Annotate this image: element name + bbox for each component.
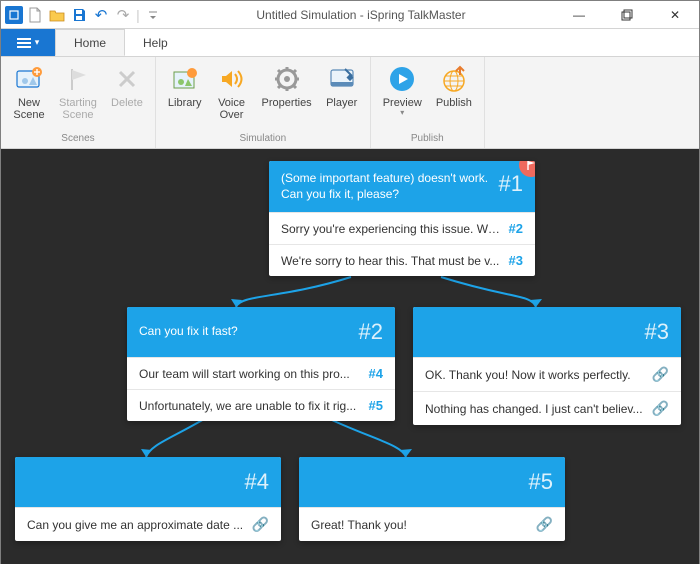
tab-home[interactable]: Home — [55, 29, 125, 56]
player-icon — [326, 63, 358, 95]
node-3-number: #3 — [645, 319, 669, 345]
preview-button[interactable]: Preview ▾ — [377, 61, 428, 131]
title-bar: ↶ ↷ | Untitled Simulation - iSpring Talk… — [1, 1, 699, 29]
file-tab[interactable]: ▾ — [1, 29, 55, 56]
node-4-reply-0[interactable]: Can you give me an approximate date ... … — [15, 507, 281, 541]
reply-text: Unfortunately, we are unable to fix it r… — [139, 399, 361, 413]
node-5-header[interactable]: #5 — [299, 457, 565, 507]
reply-text: OK. Thank you! Now it works perfectly. — [425, 368, 644, 382]
node-2-header[interactable]: Can you fix it fast? #2 — [127, 307, 395, 357]
undo-icon[interactable]: ↶ — [91, 5, 111, 25]
node-3-header[interactable]: #3 — [413, 307, 681, 357]
delete-label: Delete — [111, 97, 143, 109]
node-4-header[interactable]: #4 — [15, 457, 281, 507]
ribbon-group-publish: Preview ▾ Publish Publish — [371, 57, 485, 148]
quick-access-toolbar: ↶ ↷ | — [5, 5, 163, 25]
minimize-button[interactable]: — — [559, 5, 599, 25]
properties-gear-icon — [271, 63, 303, 95]
node-1-reply-1[interactable]: We're sorry to hear this. That must be v… — [269, 244, 535, 276]
starting-scene-button: Starting Scene — [53, 61, 103, 131]
delete-button: Delete — [105, 61, 149, 131]
ribbon-group-simulation: Library Voice Over Properties Player — [156, 57, 371, 148]
link-icon: 🔗 — [652, 400, 669, 417]
open-folder-icon[interactable] — [47, 5, 67, 25]
new-scene-icon — [13, 63, 45, 95]
library-label: Library — [168, 97, 202, 109]
tab-help[interactable]: Help — [125, 29, 187, 56]
node-3-reply-1[interactable]: Nothing has changed. I just can't believ… — [413, 391, 681, 425]
reply-text: Nothing has changed. I just can't believ… — [425, 402, 644, 416]
reply-link-number: #3 — [509, 253, 523, 268]
reply-text: Great! Thank you! — [311, 518, 528, 532]
node-1-header[interactable]: (Some important feature) doesn't work. C… — [269, 161, 535, 212]
scene-node-5[interactable]: #5 Great! Thank you! 🔗 — [299, 457, 565, 541]
qat-separator: | — [135, 5, 141, 25]
new-doc-icon[interactable] — [25, 5, 45, 25]
close-button[interactable]: ✕ — [655, 5, 695, 25]
ribbon-group-scenes-label: Scenes — [61, 131, 94, 146]
reply-text: Can you give me an approximate date ... — [27, 518, 244, 532]
reply-text: We're sorry to hear this. That must be v… — [281, 254, 501, 268]
node-2-question: Can you fix it fast? — [139, 324, 359, 340]
reply-text: Sorry you're experiencing this issue. We… — [281, 222, 501, 236]
node-5-reply-0[interactable]: Great! Thank you! 🔗 — [299, 507, 565, 541]
library-button[interactable]: Library — [162, 61, 208, 131]
properties-label: Properties — [262, 97, 312, 109]
player-button[interactable]: Player — [320, 61, 364, 131]
new-scene-label: New Scene — [13, 97, 44, 121]
publish-label: Publish — [436, 97, 472, 109]
publish-globe-icon — [438, 63, 470, 95]
file-tab-caret-icon: ▾ — [35, 37, 40, 48]
starting-scene-flag-icon — [62, 63, 94, 95]
voice-over-icon — [216, 63, 248, 95]
scene-node-2[interactable]: Can you fix it fast? #2 Our team will st… — [127, 307, 395, 421]
qat-dropdown-icon[interactable] — [143, 5, 163, 25]
node-1-number: #1 — [499, 171, 523, 197]
ribbon-tabs: ▾ Home Help — [1, 29, 699, 57]
link-icon: 🔗 — [536, 516, 553, 533]
node-3-reply-0[interactable]: OK. Thank you! Now it works perfectly. 🔗 — [413, 357, 681, 391]
node-1-question: (Some important feature) doesn't work. C… — [281, 171, 499, 202]
new-scene-button[interactable]: New Scene — [7, 61, 51, 131]
reply-link-number: #2 — [509, 221, 523, 236]
link-icon: 🔗 — [652, 366, 669, 383]
node-2-reply-1[interactable]: Unfortunately, we are unable to fix it r… — [127, 389, 395, 421]
ribbon-group-simulation-label: Simulation — [239, 131, 286, 146]
scene-node-4[interactable]: #4 Can you give me an approximate date .… — [15, 457, 281, 541]
player-label: Player — [326, 97, 357, 109]
window-controls: — ✕ — [559, 5, 695, 25]
window-title: Untitled Simulation - iSpring TalkMaster — [163, 8, 559, 22]
app-menu-icon[interactable] — [5, 6, 23, 24]
preview-caret-icon: ▾ — [400, 109, 404, 118]
voice-over-button[interactable]: Voice Over — [210, 61, 254, 131]
ribbon-group-scenes: New Scene Starting Scene Delete Scenes — [1, 57, 156, 148]
reply-link-number: #5 — [369, 398, 383, 413]
node-2-number: #2 — [359, 319, 383, 345]
redo-icon[interactable]: ↷ — [113, 5, 133, 25]
voice-over-label: Voice Over — [218, 97, 245, 121]
reply-link-number: #4 — [369, 366, 383, 381]
publish-button[interactable]: Publish — [430, 61, 478, 131]
scene-canvas[interactable]: (Some important feature) doesn't work. C… — [1, 149, 699, 564]
node-2-reply-0[interactable]: Our team will start working on this pro.… — [127, 357, 395, 389]
node-4-number: #4 — [245, 469, 269, 495]
save-icon[interactable] — [69, 5, 89, 25]
starting-scene-label: Starting Scene — [59, 97, 97, 121]
reply-text: Our team will start working on this pro.… — [139, 367, 361, 381]
node-1-reply-0[interactable]: Sorry you're experiencing this issue. We… — [269, 212, 535, 244]
ribbon: New Scene Starting Scene Delete Scenes — [1, 57, 699, 149]
library-icon — [169, 63, 201, 95]
preview-play-icon — [386, 63, 418, 95]
link-icon: 🔗 — [252, 516, 269, 533]
scene-node-3[interactable]: #3 OK. Thank you! Now it works perfectly… — [413, 307, 681, 425]
node-5-number: #5 — [529, 469, 553, 495]
scene-node-1[interactable]: (Some important feature) doesn't work. C… — [269, 161, 535, 276]
delete-icon — [111, 63, 143, 95]
maximize-button[interactable] — [607, 5, 647, 25]
properties-button[interactable]: Properties — [256, 61, 318, 131]
ribbon-group-publish-label: Publish — [411, 131, 444, 146]
